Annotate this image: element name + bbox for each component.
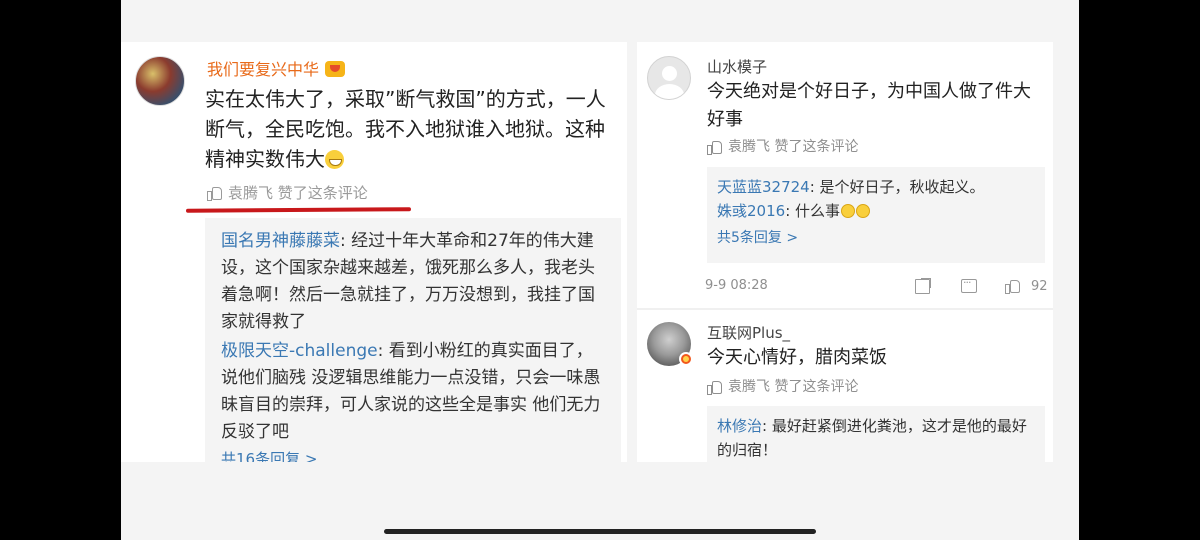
comment-body: 实在太伟大了，采取”断气救国”的方式，一人断气，全民吃饱。我不入地狱谁入地狱。这…	[205, 87, 606, 171]
thumb-up-icon	[1005, 278, 1021, 294]
comment-text: 实在太伟大了，采取”断气救国”的方式，一人断气，全民吃饱。我不入地狱谁入地狱。这…	[205, 84, 620, 174]
reply-author[interactable]: 国名男神藤藤菜	[221, 231, 340, 251]
more-replies-link[interactable]: 共5条回复 >	[717, 227, 1035, 247]
comment-text: 今天绝对是个好日子，为中国人做了件大好事	[707, 81, 1031, 130]
reply-list: 林修治: 最好赶紧倒进化粪池，这才是他的最好的归宿！	[707, 406, 1045, 462]
comment-meta-bar: 9-9 08:28 92	[705, 276, 1049, 296]
reply-text: : 什么事	[785, 202, 841, 220]
left-comment-card: 我们要复兴中华 实在太伟大了，采取”断气救国”的方式，一人断气，全民吃饱。我不入…	[121, 42, 627, 462]
like-count: 92	[1031, 278, 1048, 294]
reply-item[interactable]: 林修治: 最好赶紧倒进化粪池，这才是他的最好的归宿！	[717, 414, 1035, 462]
screenshot-stage: 我们要复兴中华 实在太伟大了，采取”断气救国”的方式，一人断气，全民吃饱。我不入…	[121, 0, 1079, 540]
liked-by-row: 袁腾飞 赞了这条评论	[707, 376, 858, 396]
liked-by-row: 袁腾飞 赞了这条评论	[707, 136, 858, 156]
liked-by-user[interactable]: 袁腾飞	[728, 376, 770, 396]
red-highlight-underline	[185, 207, 412, 213]
liked-by-text: 赞了这条评论	[277, 184, 368, 202]
liked-by-text: 赞了这条评论	[774, 139, 859, 155]
thumb-up-icon	[707, 379, 722, 395]
liked-by-text: 赞了这条评论	[774, 379, 859, 395]
reply-list: 国名男神藤藤菜: 经过十年大革命和27年的伟大建设，这个国家杂越来越差，饿死那么…	[205, 218, 621, 462]
reply-author[interactable]: 林修治	[717, 417, 762, 435]
reply-author[interactable]: 极限天空-challenge	[221, 341, 378, 361]
reply-text: : 最好赶紧倒进化粪池，这才是他的最好的归宿！	[717, 417, 1027, 459]
share-icon[interactable]	[915, 279, 930, 294]
reply-item[interactable]: 极限天空-challenge: 看到小粉红的真实面目了，说他们脑残 没逻辑思维能…	[221, 338, 605, 446]
vip-crown-icon	[325, 61, 346, 77]
home-indicator[interactable]	[384, 529, 816, 534]
thumb-up-icon	[707, 139, 722, 155]
more-replies-link[interactable]: 共16条回复 >	[221, 448, 605, 462]
liked-by-user[interactable]: 袁腾飞	[728, 136, 770, 156]
right-comment-column: 山水模子 今天绝对是个好日子，为中国人做了件大好事 袁腾飞 赞了这条评论 天蓝蓝…	[637, 42, 1053, 462]
avatar[interactable]	[135, 56, 185, 106]
comment-icon[interactable]	[961, 276, 977, 293]
like-button[interactable]: 92	[1005, 278, 1048, 294]
grin-emoji-icon	[325, 150, 344, 169]
reply-item[interactable]: 国名男神藤藤菜: 经过十年大革命和27年的伟大建设，这个国家杂越来越差，饿死那么…	[221, 228, 605, 336]
verified-badge-icon	[679, 352, 693, 366]
liked-by-user[interactable]: 袁腾飞	[228, 182, 273, 203]
username-text[interactable]: 我们要复兴中华	[207, 60, 319, 79]
reply-item[interactable]: 姝彧2016: 什么事	[717, 199, 1035, 223]
reply-author[interactable]: 姝彧2016	[717, 202, 785, 220]
reply-author[interactable]: 天蓝蓝32724	[717, 178, 810, 196]
timestamp: 9-9 08:28	[705, 278, 768, 293]
liked-by-row: 袁腾飞 赞了这条评论	[207, 182, 368, 203]
thumb-up-icon	[207, 185, 222, 201]
reply-list: 天蓝蓝32724: 是个好日子，秋收起义。 姝彧2016: 什么事 共5条回复 …	[707, 167, 1045, 263]
reply-text: : 是个好日子，秋收起义。	[809, 178, 985, 196]
username[interactable]: 山水模子	[707, 56, 767, 77]
username[interactable]: 我们要复兴中华	[207, 56, 346, 80]
emoji-icon	[841, 204, 856, 218]
emoji-icon	[856, 204, 871, 218]
reply-item[interactable]: 天蓝蓝32724: 是个好日子，秋收起义。	[717, 175, 1035, 199]
divider	[637, 308, 1053, 310]
username[interactable]: 互联网Plus_	[707, 322, 790, 343]
comment-text: 今天心情好，腊肉菜饭	[707, 347, 887, 368]
default-avatar[interactable]	[647, 56, 691, 100]
